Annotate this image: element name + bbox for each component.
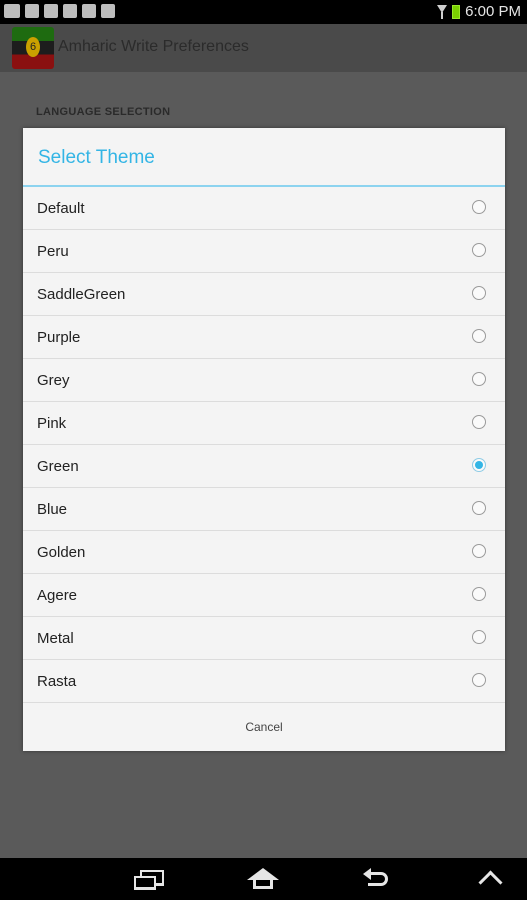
- theme-option-label: Golden: [37, 543, 86, 561]
- radio-button[interactable]: [472, 458, 486, 472]
- theme-option-label: Green: [37, 457, 79, 475]
- theme-option-label: Default: [37, 199, 85, 217]
- theme-option-saddlegreen[interactable]: SaddleGreen: [23, 273, 505, 316]
- download-icon: [63, 4, 77, 18]
- theme-option-purple[interactable]: Purple: [23, 316, 505, 359]
- action-bar: 6 Amharic Write Preferences: [0, 24, 527, 72]
- radio-button[interactable]: [472, 286, 486, 300]
- chat-icon: [25, 4, 39, 18]
- radio-button[interactable]: [472, 329, 486, 343]
- theme-option-metal[interactable]: Metal: [23, 617, 505, 660]
- radio-button[interactable]: [472, 200, 486, 214]
- theme-option-label: Purple: [37, 328, 81, 346]
- theme-option-blue[interactable]: Blue: [23, 488, 505, 531]
- theme-option-label: SaddleGreen: [37, 285, 126, 303]
- theme-option-label: Grey: [37, 371, 70, 389]
- radio-button[interactable]: [472, 630, 486, 644]
- theme-option-grey[interactable]: Grey: [23, 359, 505, 402]
- theme-option-green[interactable]: Green: [23, 445, 505, 488]
- recent-apps-icon[interactable]: [130, 866, 170, 892]
- theme-options-list: Default Peru SaddleGreen Purple Grey Pink Gree…: [23, 187, 505, 703]
- radio-button[interactable]: [472, 673, 486, 687]
- wifi-icon: [437, 4, 448, 19]
- theme-option-rasta[interactable]: Rasta: [23, 660, 505, 703]
- theme-option-agere[interactable]: Agere: [23, 574, 505, 617]
- dialog-title: Select Theme: [23, 128, 505, 187]
- gallery-icon: [4, 4, 20, 18]
- clock: 6:00 PM: [465, 3, 521, 20]
- radio-button[interactable]: [472, 243, 486, 257]
- battery-icon: [452, 4, 461, 19]
- notification-icons: [4, 4, 115, 18]
- radio-button[interactable]: [472, 501, 486, 515]
- download-icon: [82, 4, 96, 18]
- radio-button[interactable]: [472, 372, 486, 386]
- radio-button[interactable]: [472, 415, 486, 429]
- radio-button[interactable]: [472, 587, 486, 601]
- theme-option-peru[interactable]: Peru: [23, 230, 505, 273]
- select-theme-dialog: Select Theme Default Peru SaddleGreen Purpl…: [23, 128, 505, 751]
- theme-option-pink[interactable]: Pink: [23, 402, 505, 445]
- theme-option-golden[interactable]: Golden: [23, 531, 505, 574]
- app-logo: 6: [12, 27, 54, 69]
- app-logo-badge: 6: [26, 37, 40, 57]
- back-icon[interactable]: [358, 866, 398, 892]
- theme-option-label: Metal: [37, 629, 74, 647]
- cancel-button[interactable]: Cancel: [23, 704, 505, 751]
- status-right: 6:00 PM: [437, 3, 521, 20]
- sync-icon: [44, 4, 58, 18]
- radio-button[interactable]: [472, 544, 486, 558]
- theme-option-label: Blue: [37, 500, 68, 518]
- section-header-language: LANGUAGE SELECTION: [36, 106, 171, 118]
- home-icon[interactable]: [243, 866, 283, 892]
- navigation-bar: [0, 858, 527, 900]
- theme-option-label: Peru: [37, 242, 69, 260]
- download-icon: [101, 4, 115, 18]
- theme-option-label: Rasta: [37, 672, 77, 690]
- up-icon[interactable]: [474, 866, 514, 892]
- status-bar: 6:00 PM: [0, 0, 527, 24]
- app-title: Amharic Write Preferences: [58, 38, 249, 55]
- theme-option-label: Agere: [37, 586, 78, 604]
- theme-option-label: Pink: [37, 414, 67, 432]
- theme-option-default[interactable]: Default: [23, 187, 505, 230]
